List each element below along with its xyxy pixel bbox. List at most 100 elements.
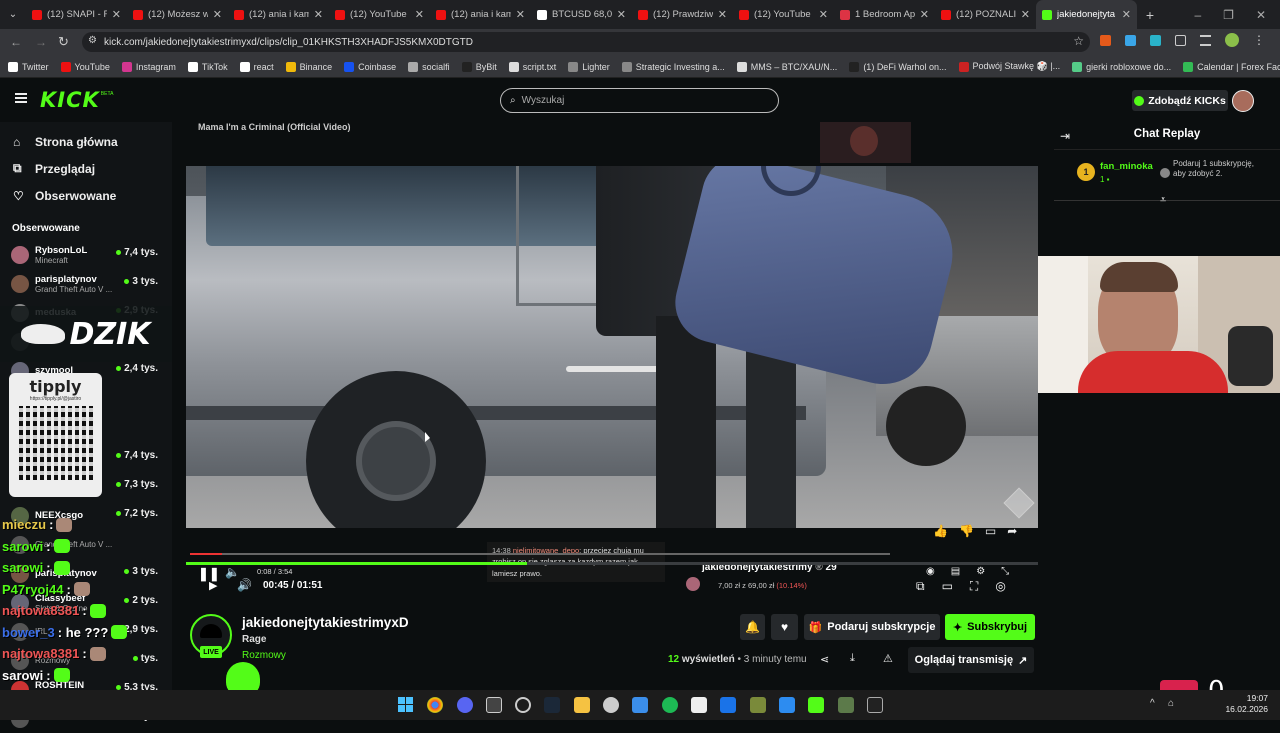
tab-close-icon[interactable]: ✕ <box>1021 8 1030 21</box>
browser-tab[interactable]: (12) ania i kam ✕ <box>430 0 531 29</box>
minimize-icon[interactable]: – <box>1194 8 1201 22</box>
hd-icon[interactable]: ◉ <box>926 566 935 577</box>
fullscreen-icon[interactable]: ⛶ <box>970 579 978 594</box>
bookmark-item[interactable]: Calendar | Forex Fac... <box>1177 61 1280 72</box>
browser-tab[interactable]: (12) YouTube ✕ <box>733 0 834 29</box>
chat-user[interactable]: fan_minoka <box>1100 161 1153 172</box>
channel-name[interactable]: jakiedonejtytakiestrimyxD <box>242 615 409 630</box>
browser-tab[interactable]: BTCUSD 68,03 ✕ <box>531 0 632 29</box>
app-icon[interactable] <box>486 697 502 713</box>
bookmark-item[interactable]: ByBit <box>456 61 503 72</box>
tab-close-icon[interactable]: ✕ <box>415 8 424 21</box>
browser-tab[interactable]: (12) SNAPI - R ✕ <box>26 0 127 29</box>
kick-logo[interactable]: KICK BETA <box>40 88 113 112</box>
user-avatar[interactable] <box>1232 90 1254 112</box>
start-icon[interactable] <box>398 697 413 712</box>
app-icon[interactable] <box>691 697 707 713</box>
app-icon[interactable] <box>838 697 854 713</box>
bookmark-item[interactable]: gierki robloxowe do... <box>1066 61 1177 72</box>
followed-channel[interactable]: parisplatynov Grand Theft Auto V ... 3 t… <box>0 269 172 298</box>
tab-close-icon[interactable]: ✕ <box>213 8 222 21</box>
browser-tab[interactable]: (12) POZNALIŚ ✕ <box>935 0 1036 29</box>
tab-close-icon[interactable]: ✕ <box>314 8 323 21</box>
browser-tab[interactable]: jakiedonejtyta ✕ <box>1036 0 1137 29</box>
browser-tab[interactable]: (12) Prawdziwy ✕ <box>632 0 733 29</box>
watch-stream-button[interactable]: Oglądaj transmisję ↗ <box>908 647 1034 673</box>
app-icon[interactable] <box>632 697 648 713</box>
bookmark-item[interactable]: Strategic Investing a... <box>616 61 731 72</box>
browser-tab[interactable]: (12) Możesz wy ✕ <box>127 0 228 29</box>
sidebar-nav-item[interactable]: ⌂ Strona główna <box>0 128 172 155</box>
bookmark-item[interactable]: Coinbase <box>338 61 402 72</box>
profile-avatar[interactable] <box>1225 33 1239 47</box>
like-icon[interactable]: 👍 <box>933 524 948 538</box>
obs-icon[interactable] <box>515 697 531 713</box>
discord-icon[interactable] <box>457 697 473 713</box>
bookmark-star-icon[interactable]: ☆ <box>1073 34 1084 48</box>
bookmark-item[interactable]: Lighter <box>562 61 616 72</box>
clock[interactable]: 19:07 16.02.2026 <box>1225 693 1268 716</box>
app-icon[interactable] <box>779 697 795 713</box>
network-icon[interactable]: ⌂ <box>1168 698 1174 709</box>
media-icon[interactable] <box>1200 34 1211 46</box>
download-icon[interactable]: ⤓ <box>850 652 855 665</box>
chrome-icon[interactable] <box>427 697 443 713</box>
close-window-icon[interactable]: ✕ <box>1256 8 1266 22</box>
extension-icon[interactable] <box>1150 34 1161 46</box>
spotify-icon[interactable] <box>662 697 678 713</box>
site-info-icon[interactable]: ⚙ <box>88 35 97 46</box>
maximize-icon[interactable]: ❐ <box>1223 8 1234 22</box>
folder-icon[interactable] <box>574 697 590 713</box>
tab-close-icon[interactable]: ✕ <box>718 8 727 21</box>
extensions-puzzle-icon[interactable] <box>1175 34 1186 46</box>
sidebar-nav-item[interactable]: ⧉ Przeglądaj <box>0 155 172 182</box>
bookmark-item[interactable]: (1) DeFi Warhol on... <box>843 61 952 72</box>
extension-icon[interactable] <box>1100 34 1111 46</box>
volume-icon[interactable]: 🔈 <box>225 565 240 579</box>
followed-channel[interactable]: RybsonLoL Minecraft 7,4 tys. <box>0 240 172 269</box>
terminal-icon[interactable] <box>867 697 883 713</box>
bookmark-item[interactable]: YouTube <box>55 61 116 72</box>
pip-icon[interactable]: ⧉ <box>916 579 925 594</box>
forward-icon[interactable]: → <box>35 35 47 49</box>
share-icon[interactable]: ➦ <box>1007 524 1017 538</box>
theater-icon[interactable]: ▭ <box>942 579 953 594</box>
gift-subs-button[interactable]: 🎁 Podaruj subskrypcje <box>804 614 940 640</box>
settings-icon[interactable]: ⚙ <box>976 566 985 577</box>
tab-close-icon[interactable]: ✕ <box>516 8 525 21</box>
clip-settings-icon[interactable]: ◎ <box>995 579 1005 594</box>
progress-track[interactable] <box>186 562 1038 565</box>
subscribe-button[interactable]: ✦ Subskrybuj <box>945 614 1035 640</box>
bookmark-item[interactable]: Podwój Stawkę 🎲 |... <box>953 61 1067 72</box>
bookmark-item[interactable]: script.txt <box>503 61 563 72</box>
reload-icon[interactable]: ↻ <box>58 34 69 50</box>
comment-icon[interactable]: ▭ <box>985 524 996 538</box>
bookmark-item[interactable]: TikTok <box>182 61 234 72</box>
notification-bell-icon[interactable]: 🔔 <box>740 614 765 640</box>
bookmark-item[interactable]: MMS – BTC/XAU/N... <box>731 61 844 72</box>
stream-category[interactable]: Rozmowy <box>242 650 286 661</box>
tab-search-icon[interactable]: ⌄ <box>0 0 26 29</box>
kick-app-icon[interactable] <box>808 697 824 713</box>
play-icon[interactable]: ▶ <box>209 579 217 592</box>
share-clip-icon[interactable]: ⋖ <box>820 653 829 666</box>
mute-icon[interactable]: 🔊 <box>237 578 252 592</box>
bookmark-item[interactable]: Instagram <box>116 61 182 72</box>
tab-close-icon[interactable]: ✕ <box>112 8 121 21</box>
bookmark-item[interactable]: react <box>234 61 280 72</box>
back-icon[interactable]: ← <box>10 35 22 49</box>
extension-icon[interactable] <box>1125 34 1136 46</box>
tab-close-icon[interactable]: ✕ <box>1122 8 1131 21</box>
app-icon[interactable] <box>603 697 619 713</box>
tray-chevron-icon[interactable]: ^ <box>1150 698 1155 709</box>
steam-icon[interactable] <box>544 697 560 713</box>
dislike-icon[interactable]: 👎 <box>959 524 974 538</box>
gift-sub-prompt[interactable]: Podaruj 1 subskrypcję, aby zdobyć 2. <box>1173 159 1261 179</box>
app-icon[interactable] <box>720 697 736 713</box>
new-tab-button[interactable]: + <box>1137 7 1163 23</box>
browser-tab[interactable]: 1 Bedroom Ap ✕ <box>834 0 935 29</box>
sidebar-nav-item[interactable]: ♡ Obserwowane <box>0 182 172 209</box>
browser-tab[interactable]: (12) ania i kam ✕ <box>228 0 329 29</box>
tab-close-icon[interactable]: ✕ <box>819 8 828 21</box>
browser-tab[interactable]: (12) YouTube ✕ <box>329 0 430 29</box>
